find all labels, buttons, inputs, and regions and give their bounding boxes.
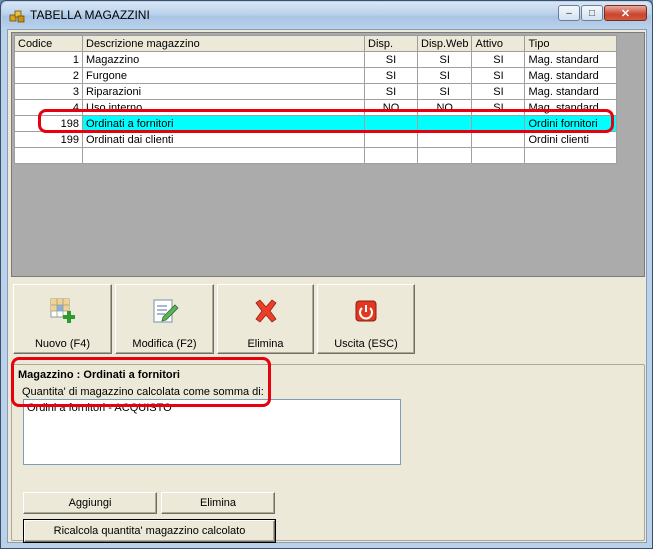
cell-disp-web[interactable]: [416, 131, 473, 148]
sum-sources-list[interactable]: Ordini a fornitori - ACQUISTO: [23, 399, 401, 465]
cell-codice[interactable]: 4: [14, 99, 83, 116]
list-item[interactable]: Ordini a fornitori - ACQUISTO: [24, 400, 400, 416]
cell-descrizione[interactable]: Ordinati a fornitori: [82, 115, 365, 132]
table-row[interactable]: 198 Ordinati a fornitori Ordini fornitori: [14, 115, 618, 132]
table-row[interactable]: 199 Ordinati dai clienti Ordini clienti: [14, 131, 618, 148]
new-button[interactable]: Nuovo (F4): [13, 284, 112, 354]
new-button-label: Nuovo (F4): [34, 338, 91, 350]
exit-button-label: Uscita (ESC): [334, 338, 398, 350]
cell-descrizione[interactable]: Magazzino: [82, 51, 365, 68]
minimize-button[interactable]: –: [558, 5, 580, 21]
cell-disp[interactable]: SI: [364, 51, 418, 68]
cell-attivo[interactable]: [471, 131, 526, 148]
warehouse-grid: Codice Descrizione magazzino Disp. Disp.…: [14, 35, 618, 164]
delete-button-label: Elimina: [247, 338, 284, 350]
cell-attivo[interactable]: SI: [471, 51, 526, 68]
cell-attivo[interactable]: [471, 147, 526, 164]
cell-attivo[interactable]: [471, 115, 526, 132]
cell-tipo[interactable]: Ordini clienti: [524, 131, 618, 148]
cell-codice[interactable]: 198: [14, 115, 83, 132]
maximize-button[interactable]: □: [581, 5, 603, 21]
detail-subtitle: Quantita' di magazzino calcolata come so…: [22, 386, 264, 398]
col-header-disp[interactable]: Disp.: [364, 35, 418, 52]
app-icon: [9, 10, 25, 23]
cell-disp-web[interactable]: [416, 115, 473, 132]
cell-disp[interactable]: NO: [364, 99, 418, 116]
cell-disp[interactable]: [364, 147, 418, 164]
cell-disp-web[interactable]: SI: [416, 83, 473, 100]
col-header-codice[interactable]: Codice: [14, 35, 83, 52]
cell-tipo[interactable]: Mag. standard: [524, 67, 618, 84]
client-area: Codice Descrizione magazzino Disp. Disp.…: [7, 29, 647, 543]
cell-codice[interactable]: 2: [14, 67, 83, 84]
col-header-descrizione[interactable]: Descrizione magazzino: [82, 35, 365, 52]
col-header-disp-web[interactable]: Disp.Web: [416, 35, 473, 52]
cell-attivo[interactable]: SI: [471, 67, 526, 84]
detail-group: Magazzino : Ordinati a fornitori Quantit…: [11, 364, 645, 543]
cell-disp-web[interactable]: SI: [416, 51, 473, 68]
delete-button[interactable]: Elimina: [217, 284, 314, 354]
maximize-icon: □: [588, 7, 596, 19]
edit-icon: [153, 299, 179, 323]
cell-tipo[interactable]: Mag. standard: [524, 51, 618, 68]
new-record-icon: [50, 298, 75, 323]
close-icon: ✕: [620, 7, 631, 20]
remove-source-button[interactable]: Elimina: [161, 492, 275, 514]
title-bar[interactable]: TABELLA MAGAZZINI – □ ✕: [2, 2, 651, 28]
cell-codice[interactable]: 3: [14, 83, 83, 100]
cell-descrizione[interactable]: Riparazioni: [82, 83, 365, 100]
cell-descrizione[interactable]: Furgone: [82, 67, 365, 84]
cell-tipo[interactable]: [524, 147, 618, 164]
cell-codice[interactable]: [14, 147, 83, 164]
cell-tipo[interactable]: Ordini fornitori: [524, 115, 618, 132]
cell-disp[interactable]: [364, 131, 418, 148]
cell-tipo[interactable]: Mag. standard: [524, 83, 618, 100]
edit-button-label: Modifica (F2): [132, 338, 197, 350]
cell-tipo[interactable]: Mag. standard: [524, 99, 618, 116]
delete-x-icon: [254, 299, 277, 323]
cell-disp-web[interactable]: NO: [416, 99, 473, 116]
cell-attivo[interactable]: SI: [471, 99, 526, 116]
close-button[interactable]: ✕: [604, 5, 647, 21]
table-row[interactable]: 2 Furgone SI SI SI Mag. standard: [14, 67, 618, 84]
edit-button[interactable]: Modifica (F2): [115, 284, 214, 354]
cell-codice[interactable]: 1: [14, 51, 83, 68]
table-row[interactable]: 1 Magazzino SI SI SI Mag. standard: [14, 51, 618, 68]
recalc-button[interactable]: Ricalcola quantita' magazzino calcolato: [23, 519, 276, 543]
exit-button[interactable]: Uscita (ESC): [317, 284, 415, 354]
cell-disp[interactable]: SI: [364, 67, 418, 84]
main-window: TABELLA MAGAZZINI – □ ✕ Codice Descrizio…: [0, 0, 653, 549]
cell-descrizione[interactable]: Ordinati dai clienti: [82, 131, 365, 148]
cell-disp[interactable]: SI: [364, 83, 418, 100]
minimize-icon: –: [566, 7, 572, 19]
detail-title: Magazzino : Ordinati a fornitori: [18, 369, 180, 381]
table-row[interactable]: 3 Riparazioni SI SI SI Mag. standard: [14, 83, 618, 100]
cell-attivo[interactable]: SI: [471, 83, 526, 100]
col-header-tipo[interactable]: Tipo: [524, 35, 618, 52]
cell-codice[interactable]: 199: [14, 131, 83, 148]
grid-header-row: Codice Descrizione magazzino Disp. Disp.…: [14, 35, 618, 52]
cell-disp-web[interactable]: [416, 147, 473, 164]
power-icon: [355, 300, 377, 322]
warehouse-grid-area: Codice Descrizione magazzino Disp. Disp.…: [11, 32, 645, 277]
cell-disp-web[interactable]: SI: [416, 67, 473, 84]
cell-descrizione[interactable]: Uso interno: [82, 99, 365, 116]
window-title: TABELLA MAGAZZINI: [30, 8, 150, 22]
table-row[interactable]: [14, 147, 618, 164]
col-header-attivo[interactable]: Attivo: [471, 35, 526, 52]
table-row[interactable]: 4 Uso interno NO NO SI Mag. standard: [14, 99, 618, 116]
cell-descrizione[interactable]: [82, 147, 365, 164]
toolbar: Nuovo (F4) Modifica (F2) Elimina Uscita …: [11, 284, 645, 356]
add-button[interactable]: Aggiungi: [23, 492, 157, 514]
cell-disp[interactable]: [364, 115, 418, 132]
